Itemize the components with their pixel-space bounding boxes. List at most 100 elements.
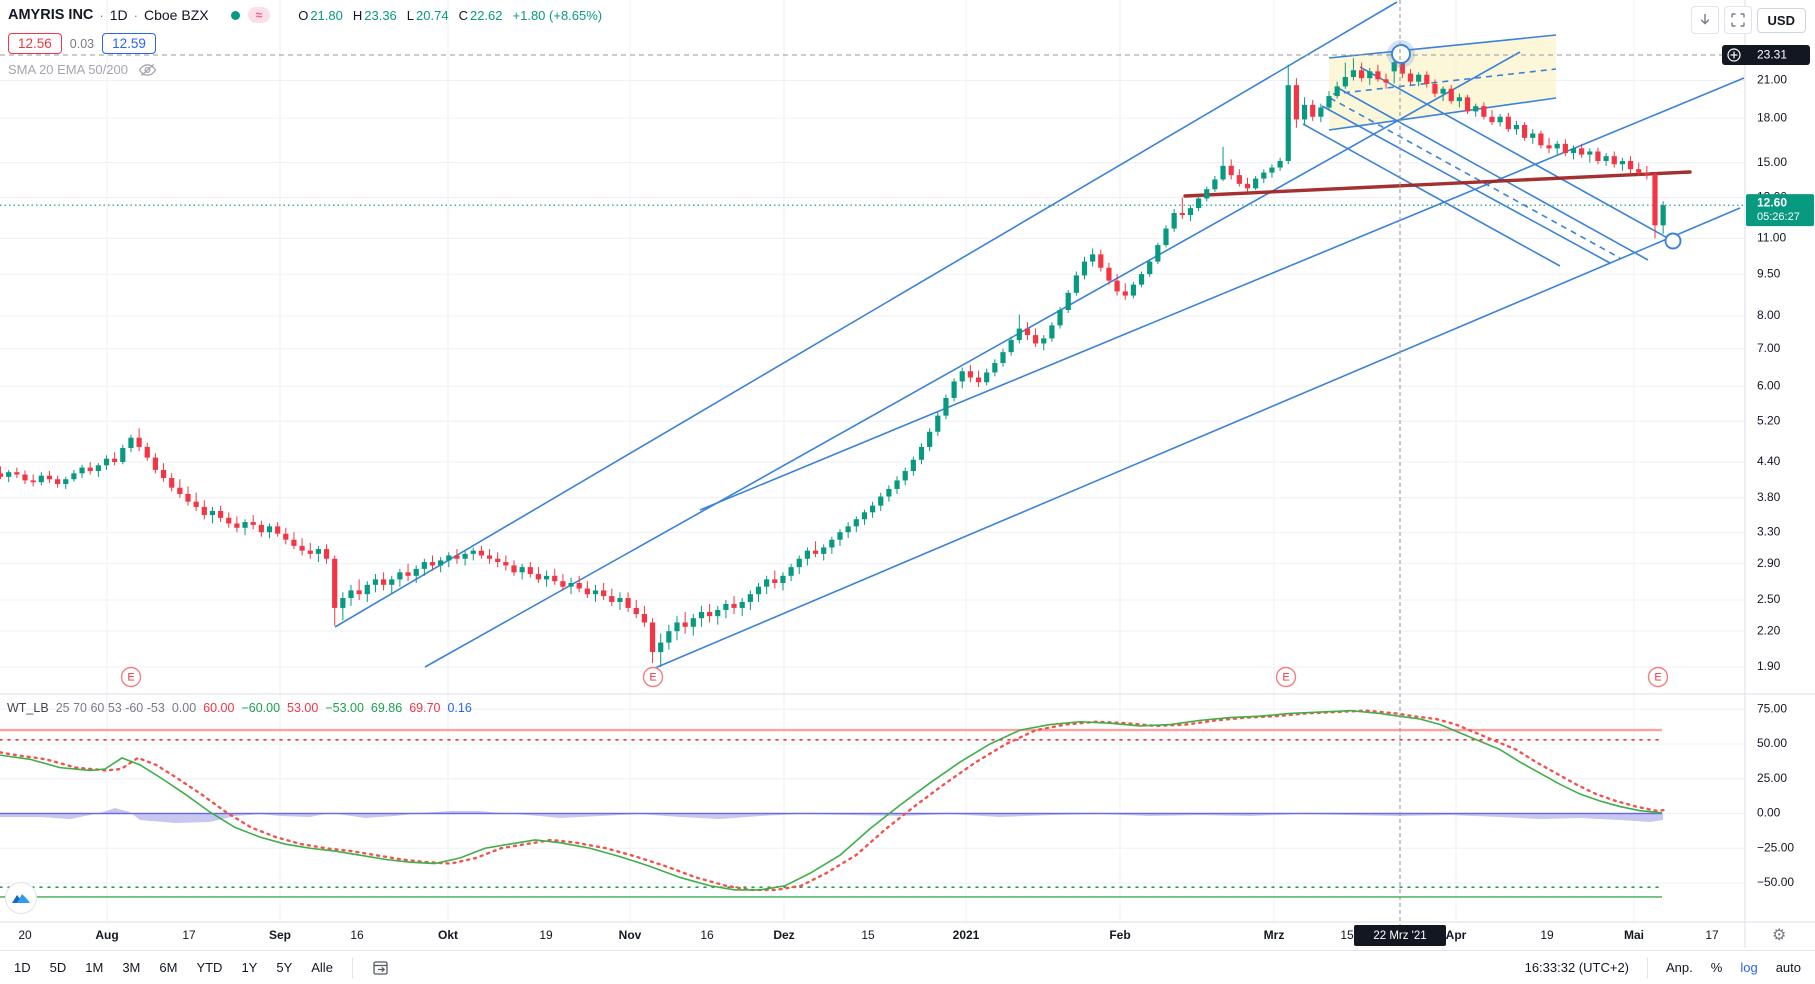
candle-body: [250, 522, 256, 525]
bid-ask-row: 12.56 0.03 12.59: [8, 33, 156, 54]
drawing-trendline[interactable]: [699, 77, 1745, 511]
candle-body: [1016, 328, 1022, 341]
adjust-toggle[interactable]: Anp.: [1666, 960, 1693, 975]
range-button-1y[interactable]: 1Y: [241, 960, 257, 975]
candle-body: [95, 465, 101, 472]
drawing-trendline[interactable]: [424, 51, 1521, 668]
candle-body: [266, 526, 273, 533]
clock-label[interactable]: 16:33:32 (UTC+2): [1525, 960, 1629, 975]
auto-scale-toggle[interactable]: auto: [1776, 960, 1801, 975]
candle-body: [1041, 338, 1047, 344]
candle-body: [1269, 167, 1275, 173]
price-axis-label: 3.80: [1757, 490, 1781, 504]
range-button-1m[interactable]: 1M: [85, 960, 103, 975]
candle-body: [788, 567, 794, 576]
candle-body: [878, 496, 884, 506]
range-button-3m[interactable]: 3M: [122, 960, 140, 975]
high-label: H: [352, 7, 363, 23]
candle-body: [1562, 143, 1568, 154]
candle-body: [1301, 104, 1308, 120]
wt-indicator-value: 0.16: [447, 701, 472, 715]
candle-body: [927, 431, 933, 447]
price-axis-label: 2.20: [1757, 623, 1781, 637]
candle-body: [46, 475, 53, 480]
candle-body: [1473, 106, 1479, 112]
candle-body: [323, 549, 330, 559]
time-axis-label: Dez: [773, 928, 794, 942]
range-button-alle[interactable]: Alle: [311, 960, 333, 975]
eye-slash-icon[interactable]: [138, 63, 157, 77]
candle-body: [22, 474, 28, 481]
crosshair-time-value: 22 Mrz '21: [1373, 930, 1426, 942]
range-button-6m[interactable]: 6M: [159, 960, 177, 975]
candle-body: [177, 487, 183, 494]
candle-body: [1579, 148, 1585, 155]
candle-body: [674, 622, 680, 632]
range-button-ytd[interactable]: YTD: [196, 960, 222, 975]
candle-body: [519, 567, 525, 573]
chart-canvas[interactable]: EEEE27.0021.0018.0015.0013.0011.009.508.…: [0, 0, 1815, 984]
fullscreen-button[interactable]: [1723, 6, 1752, 34]
candle-body: [1424, 74, 1430, 84]
crosshair-price-value: 23.31: [1757, 48, 1787, 62]
currency-button[interactable]: USD: [1756, 7, 1806, 33]
candle-body: [495, 558, 501, 563]
candle-body: [584, 588, 590, 595]
drawing-red-trendline[interactable]: [1183, 170, 1692, 198]
toolbar-divider: [351, 957, 353, 978]
candle-body: [185, 493, 191, 502]
candle-body: [1253, 178, 1259, 189]
price-axis-label: 2.50: [1757, 592, 1781, 606]
drawing-trendline[interactable]: [1337, 87, 1649, 261]
candle-body: [698, 611, 705, 619]
candle-body: [112, 458, 118, 462]
time-axis-label: 19: [1540, 928, 1554, 942]
candle-body: [772, 579, 778, 584]
price-axis-label: 18.00: [1757, 110, 1787, 124]
drawing-trendline[interactable]: [1321, 105, 1611, 264]
candle-body: [1619, 160, 1625, 165]
percent-toggle[interactable]: %: [1711, 960, 1723, 975]
wt-indicator-value: 0.00: [171, 701, 197, 715]
candle-body: [1065, 292, 1071, 311]
delayed-data-icon[interactable]: ≈: [247, 7, 271, 23]
drawing-anchor-point[interactable]: [1664, 232, 1682, 250]
candle-body: [372, 579, 379, 585]
candle-body: [1538, 133, 1544, 146]
scroll-to-realtime-button[interactable]: [1690, 6, 1719, 34]
candle-body: [160, 469, 167, 479]
log-scale-toggle[interactable]: log: [1740, 960, 1757, 975]
candle-body: [364, 584, 370, 595]
sell-button[interactable]: 12.56: [8, 33, 62, 54]
symbol-header: AMYRIS INC · 1D · Cboe BZX ≈ O 21.80 H 23.…: [8, 7, 602, 23]
ma-indicator-label[interactable]: SMA 20 EMA 50/200: [8, 62, 128, 77]
wt-indicator-legend[interactable]: WT_LB 25 70 60 53 -60 -53 0.00 60.00 −60.00 5…: [7, 701, 472, 715]
range-button-1d[interactable]: 1D: [14, 960, 31, 975]
candle-body: [1049, 325, 1055, 339]
candle-body: [544, 575, 550, 580]
drawing-anchor-point[interactable]: [1391, 44, 1411, 64]
symbol-title[interactable]: AMYRIS INC: [8, 7, 93, 23]
drawing-trendline[interactable]: [334, 1, 1398, 628]
spread-value: 0.03: [69, 36, 95, 51]
candle-body: [332, 558, 338, 608]
candle-body: [413, 568, 419, 576]
range-button-5y[interactable]: 5Y: [276, 960, 292, 975]
range-button-5d[interactable]: 5D: [50, 960, 67, 975]
buy-button[interactable]: 12.59: [102, 33, 156, 54]
indicator-logo[interactable]: [5, 882, 37, 914]
candle-body: [861, 512, 868, 520]
interval-label[interactable]: 1D: [110, 7, 128, 23]
candle-body: [943, 397, 949, 416]
exchange-label[interactable]: Cboe BZX: [144, 7, 209, 23]
candle-body: [193, 501, 199, 507]
candle-body: [935, 415, 941, 432]
candle-body: [951, 381, 957, 398]
candle-body: [853, 519, 859, 527]
candle-body: [918, 446, 925, 460]
drawing-trendline[interactable]: [654, 207, 1741, 669]
fullscreen-icon: [1730, 13, 1745, 27]
candle-body: [1261, 172, 1267, 179]
timezone-settings-icon[interactable]: ⚙: [1772, 925, 1786, 945]
go-to-date-icon[interactable]: [372, 959, 390, 977]
